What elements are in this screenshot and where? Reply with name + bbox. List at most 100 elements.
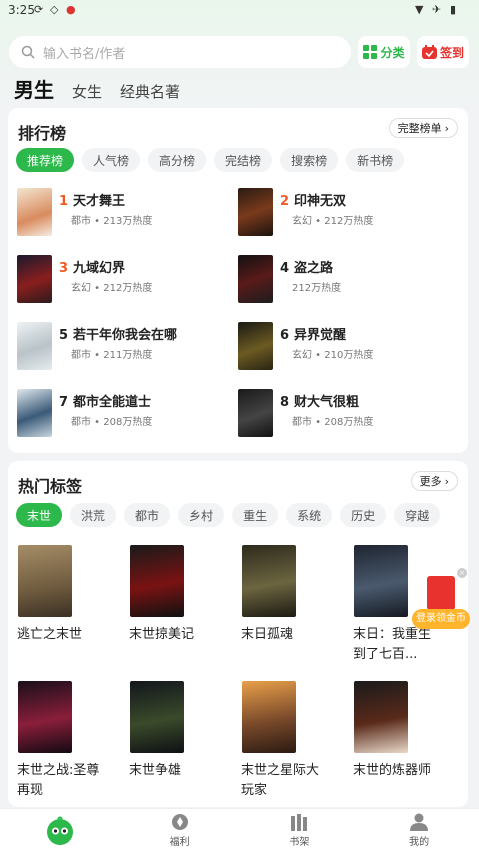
- rank-number: 1: [59, 194, 69, 209]
- tag-tab[interactable]: 乡村: [178, 503, 225, 527]
- book-title: 末世争雄: [129, 763, 182, 778]
- book-card[interactable]: 末世争雄: [129, 681, 231, 781]
- book-cover: [18, 681, 72, 753]
- rank-item[interactable]: 1 天才舞王 都市 • 213万热度: [17, 188, 232, 238]
- tab-male[interactable]: 男生: [14, 74, 54, 103]
- book-cover: [17, 322, 52, 370]
- book-cover: [242, 681, 296, 753]
- ranking-tab-completed[interactable]: 完结榜: [214, 148, 273, 172]
- book-meta: 都市 • 213万热度: [71, 216, 153, 227]
- chevron-right-icon: ›: [444, 121, 449, 135]
- nav-welfare-label: 福利: [169, 837, 190, 848]
- book-name: 若干年你我会在哪: [73, 328, 178, 343]
- rank-item[interactable]: 6 异界觉醒 玄幻 • 210万热度: [238, 322, 453, 372]
- sync-icon: ⟳: [34, 3, 44, 16]
- tag-tab[interactable]: 系统: [286, 503, 333, 527]
- tag-tab[interactable]: 历史: [340, 503, 387, 527]
- book-title: 末世掠美记: [129, 627, 195, 642]
- book-cover: [17, 188, 52, 236]
- book-meta: 都市 • 208万热度: [71, 417, 153, 428]
- nav-bookshelf-label: 书架: [289, 837, 310, 848]
- book-cover: [18, 545, 72, 617]
- book-name: 都市全能道士: [73, 395, 152, 410]
- book-meta: 玄幻 • 210万热度: [292, 350, 374, 361]
- ranking-card: 排行榜 完整榜单 › 推荐榜 人气榜 高分榜 完结榜 搜索榜 新书榜 1 天才舞王…: [8, 108, 468, 453]
- book-name: 财大气很粗: [294, 395, 360, 410]
- gender-tabs: 男生 女生 经典名著: [14, 74, 198, 103]
- rank-number: 6: [280, 328, 290, 343]
- tab-classics[interactable]: 经典名著: [120, 81, 180, 102]
- book-cover: [238, 255, 273, 303]
- calendar-icon: [421, 45, 437, 59]
- nav-bookshelf[interactable]: 书架: [240, 809, 360, 852]
- category-button[interactable]: 分类: [358, 36, 410, 68]
- bottom-nav: 福利 书架 我的: [0, 808, 479, 852]
- tag-tab[interactable]: 穿越: [394, 503, 441, 527]
- more-tags-button[interactable]: 更多 ›: [410, 471, 458, 491]
- signin-button[interactable]: 签到: [417, 36, 469, 68]
- close-icon[interactable]: ×: [457, 568, 467, 578]
- wifi-icon: ▼: [415, 3, 424, 16]
- book-meta: 都市 • 211万热度: [71, 350, 153, 361]
- book-cover: [242, 545, 296, 617]
- book-meta: 212万热度: [292, 283, 342, 294]
- book-name: 印神无双: [294, 194, 347, 209]
- red-envelope-icon: [427, 576, 455, 610]
- ranking-tabs: 推荐榜 人气榜 高分榜 完结榜 搜索榜 新书榜: [16, 148, 468, 172]
- book-title: 末日：我重生到了七百...: [353, 627, 432, 662]
- search-input[interactable]: 输入书名/作者: [9, 36, 351, 68]
- book-name: 九域幻界: [73, 261, 126, 276]
- full-ranking-button[interactable]: 完整榜单 ›: [388, 118, 458, 138]
- book-meta: 都市 • 208万热度: [292, 417, 374, 428]
- rank-item[interactable]: 2 印神无双 玄幻 • 212万热度: [238, 188, 453, 238]
- book-cover: [17, 389, 52, 437]
- rank-number: 8: [280, 395, 290, 410]
- book-meta: 玄幻 • 212万热度: [292, 216, 374, 227]
- full-ranking-label: 完整榜单: [397, 122, 442, 135]
- book-name: 天才舞王: [73, 194, 126, 209]
- rank-item[interactable]: 5 若干年你我会在哪 都市 • 211万热度: [17, 322, 232, 372]
- rank-item[interactable]: 4 盗之路 212万热度: [238, 255, 453, 305]
- ranking-tab-recommend[interactable]: 推荐榜: [16, 148, 75, 172]
- book-card[interactable]: 末世之星际大玩家: [241, 681, 343, 801]
- book-cover: [130, 681, 184, 753]
- tag-tab[interactable]: 洪荒: [70, 503, 117, 527]
- nav-home[interactable]: [0, 809, 120, 852]
- welfare-icon: [171, 814, 188, 830]
- rank-item[interactable]: 8 财大气很粗 都市 • 208万热度: [238, 389, 453, 439]
- tag-tab[interactable]: 末世: [16, 503, 63, 527]
- cube-icon: ◇: [50, 3, 59, 16]
- login-reward-label: 登录领金币: [412, 609, 470, 629]
- rank-item[interactable]: 3 九域幻界 玄幻 • 212万热度: [17, 255, 232, 305]
- ranking-tab-search[interactable]: 搜索榜: [280, 148, 339, 172]
- home-mascot-icon: [46, 816, 73, 845]
- tab-female[interactable]: 女生: [72, 81, 102, 102]
- book-card[interactable]: 末日孤魂: [241, 545, 343, 645]
- status-time: 3:25: [8, 3, 35, 17]
- login-reward-widget[interactable]: × 登录领金币: [412, 566, 470, 630]
- tag-tab[interactable]: 重生: [232, 503, 279, 527]
- status-bar: 3:25 ⟳ ◇ ● ▼ ✈ ▮: [0, 0, 479, 20]
- rank-number: 3: [59, 261, 69, 276]
- book-cover: [354, 545, 408, 617]
- hot-tags-title: 热门标签: [18, 477, 83, 496]
- tag-tab[interactable]: 都市: [124, 503, 171, 527]
- rank-item[interactable]: 7 都市全能道士 都市 • 208万热度: [17, 389, 232, 439]
- ranking-tab-new[interactable]: 新书榜: [346, 148, 405, 172]
- book-cover: [238, 188, 273, 236]
- book-cover: [17, 255, 52, 303]
- book-card[interactable]: 逃亡之末世: [17, 545, 119, 645]
- profile-icon: [410, 813, 429, 831]
- book-card[interactable]: 末世的炼器师: [353, 681, 455, 781]
- ranking-tab-popular[interactable]: 人气榜: [82, 148, 141, 172]
- ranking-tab-high-score[interactable]: 高分榜: [148, 148, 207, 172]
- book-cover: [238, 389, 273, 437]
- book-title: 末世之战:圣尊再现: [17, 763, 100, 798]
- book-card[interactable]: 末世之战:圣尊再现: [17, 681, 119, 801]
- hot-tags-card: 热门标签 更多 › 末世 洪荒 都市 乡村 重生 系统 历史 穿越 逃亡之末世 …: [8, 461, 468, 807]
- book-card[interactable]: 末世掠美记: [129, 545, 231, 645]
- nav-welfare[interactable]: 福利: [120, 809, 240, 852]
- nav-mine[interactable]: 我的: [359, 809, 479, 852]
- signin-label: 签到: [439, 45, 464, 60]
- search-icon: [21, 45, 35, 59]
